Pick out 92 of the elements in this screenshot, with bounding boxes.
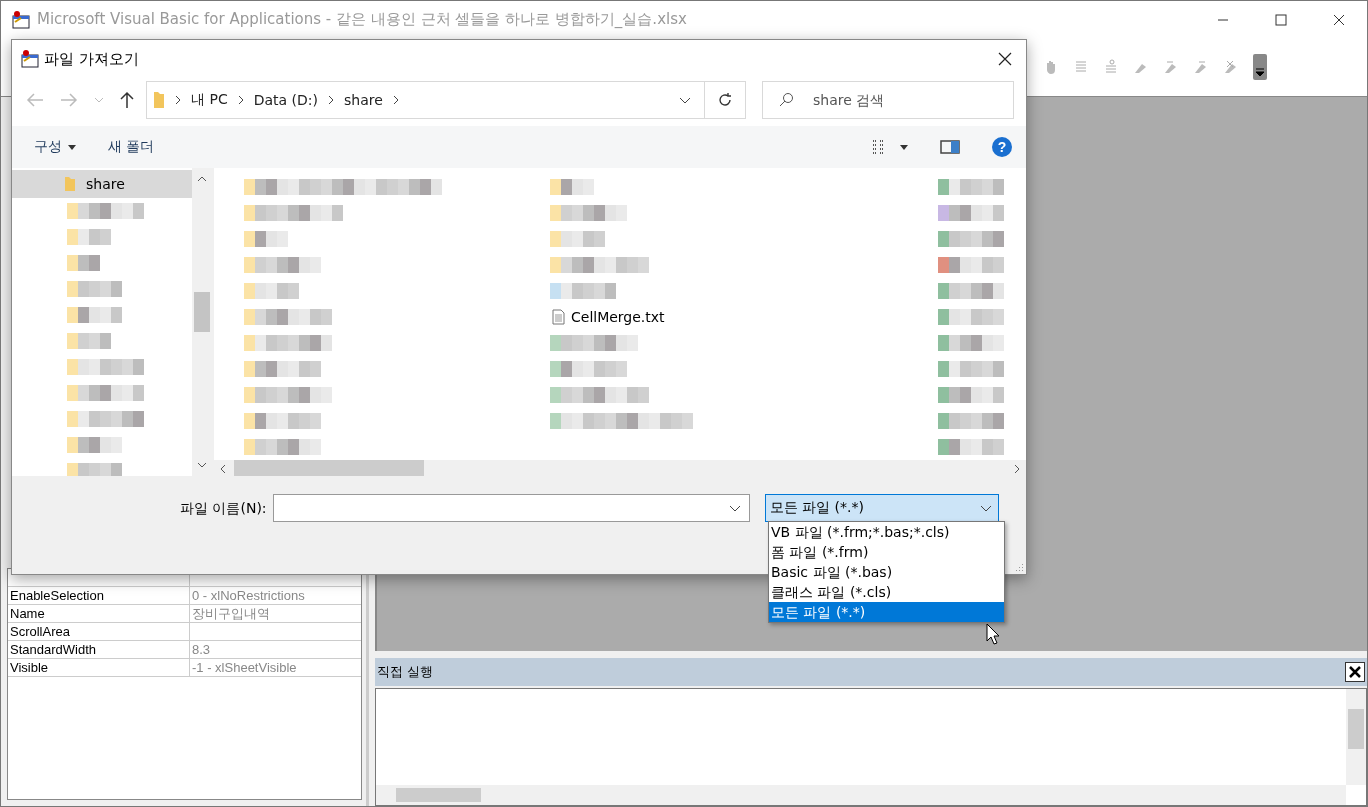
property-name: ScrollArea [8,623,190,640]
refresh-button[interactable] [704,81,746,119]
dropdown-option[interactable]: 클래스 파일 (*.cls) [769,582,1004,602]
scroll-left-icon[interactable] [220,464,226,474]
scroll-right-icon[interactable] [1014,464,1020,474]
pixelated-label [67,437,122,453]
up-arrow-icon[interactable] [120,91,134,109]
new-folder-button[interactable]: 새 폴더 [96,134,167,160]
organize-menu-button[interactable]: 구성 [22,134,88,160]
property-value[interactable]: 장비구입내역 [190,605,361,622]
caret-icon [68,144,76,150]
pixelated-label [938,413,1004,429]
vba-app-icon [11,9,31,30]
breadcrumb-item[interactable]: Data (D:) [253,92,318,108]
forward-arrow-icon[interactable] [60,93,78,107]
pixelated-label [938,283,1004,299]
property-value[interactable]: 8.3 [190,641,361,658]
breadcrumb-item[interactable]: 내 PC [191,91,228,109]
folder-icon [153,91,165,109]
breadcrumb-item[interactable]: share [344,92,383,108]
pixelated-label [938,205,1004,221]
property-name: Visible [8,659,190,676]
scroll-up-icon[interactable] [197,176,207,182]
property-name: StandardWidth [8,641,190,658]
pixelated-label [938,309,1004,325]
file-item[interactable]: CellMerge.txt [550,307,667,327]
chevron-right-icon[interactable] [237,95,244,105]
resize-grip-icon[interactable] [1014,562,1024,572]
pixelated-label [938,335,1004,351]
pixelated-label [938,231,1004,247]
pixelated-label [244,283,299,299]
window-title: Microsoft Visual Basic for Applications - 같은 내용인 근처 셀들을 하나로 병합하기_실습.xlsx [37,10,687,29]
dropdown-option[interactable]: Basic 파일 (*.bas) [769,562,1004,582]
immediate-pane[interactable] [375,688,1367,806]
pixelated-label [67,307,122,323]
property-value[interactable]: 0 - xlNoRestrictions [190,587,361,604]
chevron-down-icon[interactable] [728,504,741,512]
property-name: EnableSelection [8,587,190,604]
maximize-icon[interactable] [1275,13,1287,26]
pixelated-label [938,257,1004,273]
chevron-down-icon[interactable] [679,96,691,104]
pixelated-label [938,387,1004,403]
dropdown-option[interactable]: VB 파일 (*.frm;*.bas;*.cls) [769,522,1004,542]
preview-pane-icon[interactable] [940,139,960,155]
scrollbar[interactable] [1346,689,1366,785]
pixelated-label [244,231,288,247]
file-type-dropdown[interactable]: 모든 파일 (*.*) [764,494,999,522]
vba-app-icon [20,49,40,69]
help-button[interactable]: ? [992,137,1012,157]
pane-title: 직접 실행 [377,663,434,681]
address-bar[interactable]: 내 PC Data (D:) share [146,81,706,119]
pixelated-label [550,231,605,247]
scrollbar[interactable] [192,168,212,476]
chevron-right-icon[interactable] [392,95,399,105]
dialog-title: 파일 가져오기 [44,49,139,69]
scrollbar[interactable] [376,785,1346,805]
folder-icon [64,176,76,192]
pixelated-label [938,439,1004,455]
pixelated-label [550,179,594,195]
pixelated-label [550,283,616,299]
scroll-thumb[interactable] [194,292,210,332]
pixelated-label [67,229,111,245]
property-value[interactable]: -1 - xlSheetVisible [190,659,361,676]
dropdown-option[interactable]: 폼 파일 (*.frm) [769,542,1004,562]
pixelated-label [67,255,100,271]
chevron-right-icon[interactable] [328,95,334,105]
indent-icon[interactable] [1073,59,1089,75]
tree-item[interactable]: share [12,170,192,198]
scroll-down-icon[interactable] [197,462,207,468]
pixelated-label [67,281,122,297]
folder-name: share [86,176,125,192]
file-name-field[interactable] [272,494,750,522]
close-icon[interactable] [998,52,1012,66]
close-icon[interactable] [1345,662,1365,682]
text-file-icon [552,309,565,325]
search-field[interactable]: share 검색 [762,81,1014,119]
back-arrow-icon[interactable] [26,93,44,107]
property-name: Name [8,605,190,622]
chevron-right-icon[interactable] [175,95,181,105]
caret-icon[interactable] [900,144,908,150]
scroll-thumb[interactable] [396,788,481,802]
scroll-thumb[interactable] [1348,709,1364,749]
search-icon [778,92,794,108]
chevron-down-icon [979,504,992,512]
close-icon[interactable] [1333,13,1345,26]
pixelated-label [938,361,1004,377]
dropdown-option[interactable]: 모든 파일 (*.*) [769,602,1004,622]
pixelated-label [938,179,1004,195]
refresh-icon [717,92,733,108]
file-name-label: 파일 이름(N): [180,500,267,518]
toolbar-options-icon[interactable] [1253,54,1267,80]
pixelated-label [67,333,111,349]
